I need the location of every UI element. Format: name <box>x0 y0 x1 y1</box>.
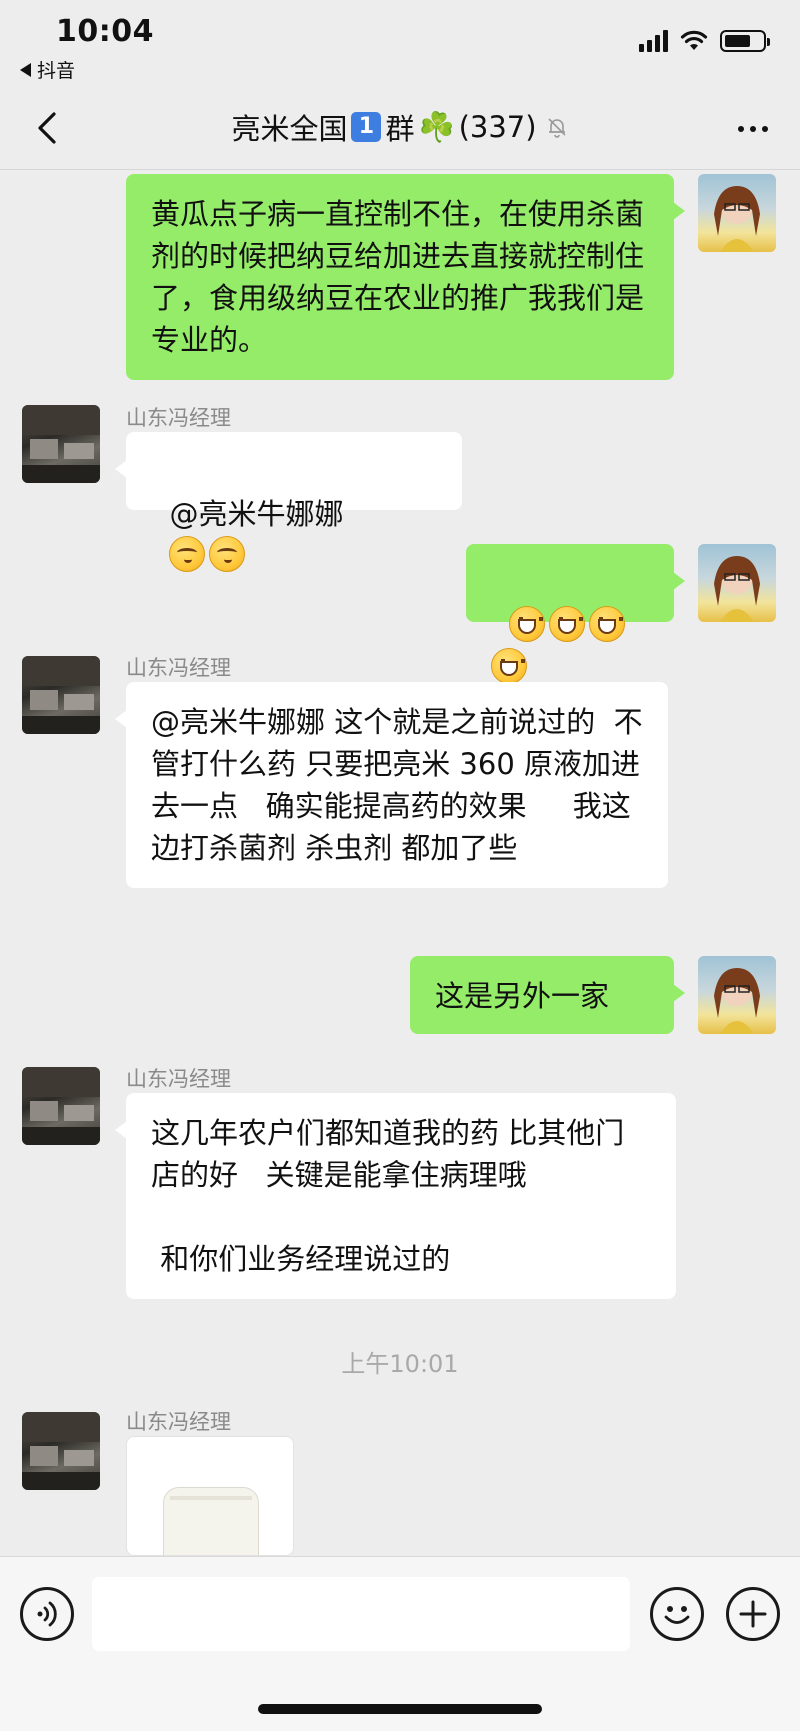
grinning-face-emoji-icon <box>549 606 586 642</box>
dot-icon <box>738 126 744 132</box>
sender-name: 山东冯经理 <box>126 1410 231 1434</box>
sender-name: 山东冯经理 <box>126 1067 231 1091</box>
wifi-icon <box>680 30 708 50</box>
status-icons <box>639 30 770 52</box>
voice-icon <box>37 1601 57 1627</box>
shy-face-emoji-icon <box>169 536 206 572</box>
shy-face-emoji-icon <box>209 536 246 572</box>
smiley-icon <box>664 1606 690 1624</box>
message-bubble-outgoing[interactable]: 黄瓜点子病一直控制不住，在使用杀菌剂的时候把纳豆给加进去直接就控制住了，食用级纳… <box>126 174 685 380</box>
grinning-face-emoji-icon <box>509 606 546 642</box>
battery-icon <box>720 30 770 52</box>
sender-name: 山东冯经理 <box>126 406 231 430</box>
message-bubble-incoming[interactable]: 这几年农户们都知道我的药 比其他门店的好 关键是能拿住病理哦 和你们业务经理说过… <box>115 1093 676 1299</box>
more-options-button[interactable] <box>738 126 768 132</box>
back-to-app-link[interactable]: 抖音 <box>20 56 75 83</box>
emoji-button[interactable] <box>650 1587 704 1641</box>
sender-avatar[interactable] <box>22 405 100 483</box>
mention-text: @亮米牛娜娜 <box>169 497 344 531</box>
sender-avatar[interactable] <box>22 656 100 734</box>
mute-bell-icon <box>547 118 566 138</box>
self-avatar[interactable] <box>698 956 776 1034</box>
home-indicator[interactable] <box>258 1704 542 1714</box>
sender-avatar[interactable] <box>22 1412 100 1490</box>
image-message[interactable] <box>126 1436 294 1556</box>
back-arrow-icon <box>20 62 31 77</box>
voice-input-button[interactable] <box>20 1587 74 1641</box>
message-bubble-outgoing[interactable] <box>466 544 685 684</box>
bottle-image <box>163 1487 259 1555</box>
dot-icon <box>750 126 756 132</box>
member-count: (337) <box>458 110 537 144</box>
chat-header: 亮米全国 1 群 ☘️ (337) <box>0 88 800 170</box>
back-app-label: 抖音 <box>37 60 76 82</box>
self-avatar[interactable] <box>698 544 776 622</box>
grinning-face-emoji-icon <box>491 648 527 684</box>
chat-title: 亮米全国 1 群 ☘️ (337) <box>0 106 800 148</box>
grinning-face-emoji-icon <box>589 606 626 642</box>
clover-icon: ☘️ <box>418 109 455 144</box>
message-bubble-incoming[interactable]: @亮米牛娜娜 <box>115 432 462 572</box>
battery-level <box>725 35 751 47</box>
message-timestamp: 上午10:01 <box>341 1350 459 1378</box>
status-time: 10:04 <box>56 14 154 49</box>
plus-icon <box>739 1600 767 1628</box>
sender-name: 山东冯经理 <box>126 656 231 680</box>
signal-icon <box>639 30 668 52</box>
more-functions-button[interactable] <box>726 1587 780 1641</box>
sender-avatar[interactable] <box>22 1067 100 1145</box>
chat-title-suffix: 群 <box>385 112 415 146</box>
dot-icon <box>762 126 768 132</box>
chat-title-prefix: 亮米全国 <box>231 112 348 146</box>
message-input[interactable] <box>92 1577 630 1651</box>
message-bubble-incoming[interactable]: @亮米牛娜娜 这个就是之前说过的 不管打什么药 只要把亮米 360 原液加进去一… <box>115 682 668 888</box>
self-avatar[interactable] <box>698 174 776 252</box>
keycap-number-badge: 1 <box>351 112 382 142</box>
message-bubble-outgoing[interactable]: 这是另外一家 <box>410 956 685 1034</box>
status-bar: 10:04 抖音 <box>0 0 800 88</box>
